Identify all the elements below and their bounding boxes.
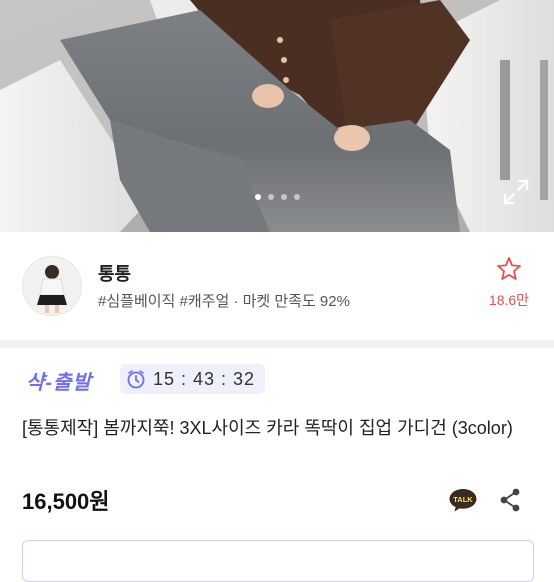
seller-name[interactable]: 통통	[98, 260, 131, 286]
carousel-dot[interactable]	[267, 194, 274, 200]
sale-badge: 샥-출발	[26, 372, 92, 394]
carousel-dot[interactable]	[293, 194, 300, 200]
avatar-image	[23, 257, 81, 315]
countdown-text: 15 : 43 : 32	[153, 368, 256, 389]
countdown-timer: 15 : 43 : 32	[120, 364, 266, 394]
seller-section[interactable]: 통통 #심플베이직 #캐주얼 · 마켓 만족도 92% 18.6만	[0, 232, 554, 340]
section-divider	[0, 340, 554, 348]
share-icon[interactable]	[498, 487, 522, 513]
seller-tags: #심플베이직 #캐주얼 · 마켓 만족도 92%	[98, 293, 350, 310]
product-image-carousel[interactable]	[0, 0, 554, 232]
clock-icon	[127, 370, 145, 389]
talk-chat-icon[interactable]: TALK	[448, 487, 478, 513]
star-outline-icon	[497, 257, 521, 280]
product-title: [통통제작] 봄까지쭉! 3XL사이즈 카라 똑딱이 집업 가디건 (3colo…	[22, 418, 513, 438]
talk-label: TALK	[453, 495, 473, 504]
seller-avatar[interactable]	[22, 256, 82, 316]
carousel-dots	[0, 194, 554, 200]
coupon-banner[interactable]	[22, 540, 534, 582]
carousel-dot[interactable]	[280, 194, 287, 200]
like-button[interactable]: 18.6만	[482, 256, 536, 318]
expand-icon[interactable]	[502, 178, 530, 206]
like-count: 18.6만	[488, 292, 530, 308]
product-price: 16,500원	[22, 489, 110, 514]
carousel-dot-active[interactable]	[254, 194, 261, 200]
